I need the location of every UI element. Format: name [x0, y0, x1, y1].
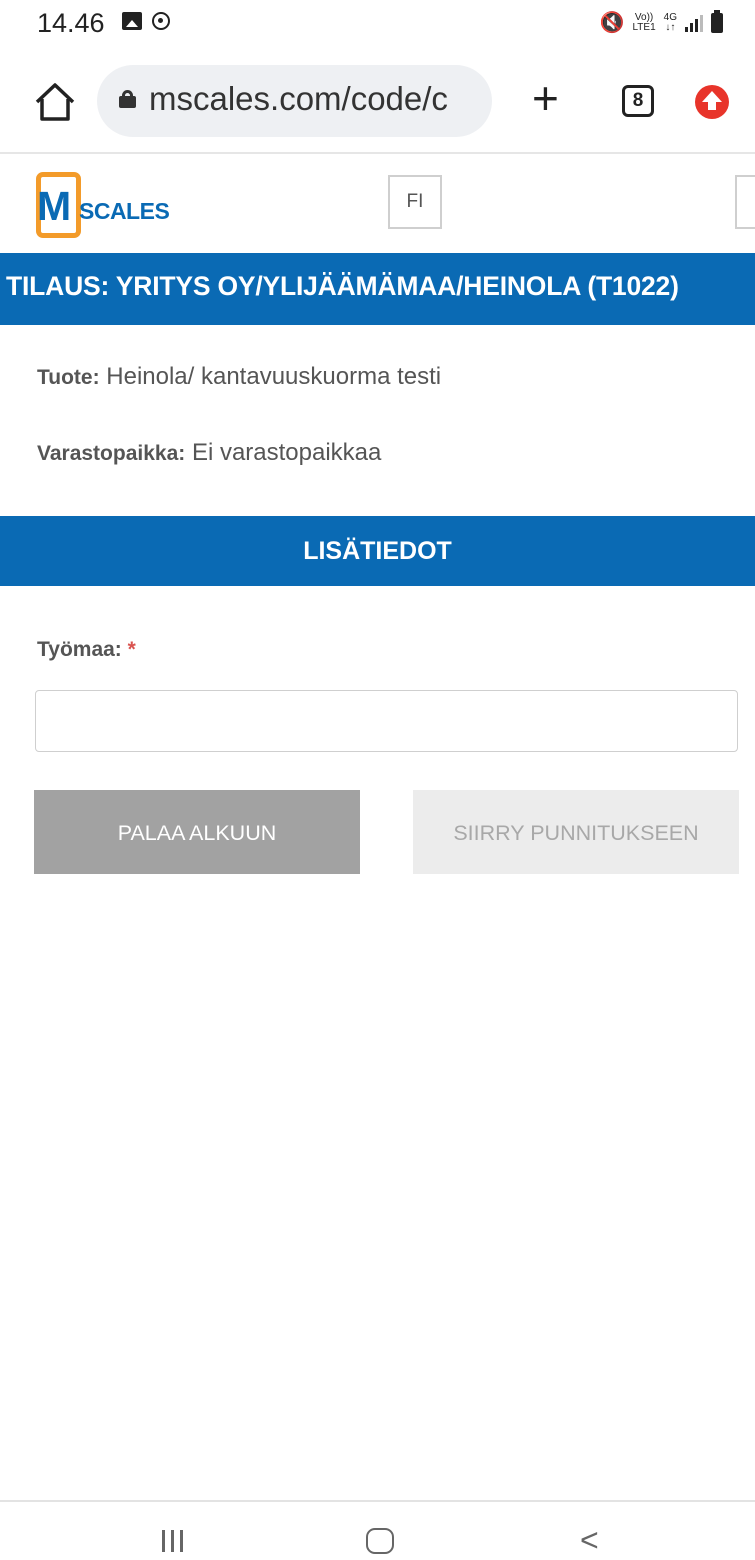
network-type-indicator: 4G ↓↑: [663, 11, 677, 33]
product-value: Heinola/ kantavuuskuorma testi: [106, 363, 442, 390]
site-field-label: Työmaa: *: [37, 638, 136, 661]
screen-record-icon: [152, 12, 170, 30]
tab-switcher-button[interactable]: 8: [622, 85, 654, 117]
browser-toolbar: mscales.com/code/c + 8: [0, 60, 755, 152]
signal-strength-icon: [685, 14, 703, 32]
details-section-title: LISÄTIEDOT: [303, 537, 452, 565]
home-icon[interactable]: [33, 80, 77, 124]
address-bar[interactable]: mscales.com/code/c: [97, 65, 492, 137]
status-notification-icons: [122, 12, 170, 30]
product-label: Tuote:: [37, 366, 100, 389]
language-button[interactable]: FI: [388, 175, 442, 229]
back-to-start-button[interactable]: PALAA ALKUUN: [34, 790, 360, 874]
browser-divider: [0, 152, 755, 154]
gallery-notification-icon: [122, 12, 142, 30]
product-row: Tuote: Heinola/ kantavuuskuorma testi: [37, 363, 441, 391]
battery-icon: [711, 9, 723, 33]
nav-home-icon[interactable]: [366, 1528, 394, 1554]
update-icon[interactable]: [695, 85, 729, 119]
volte-indicator: Vo)) LTE1: [632, 11, 656, 33]
required-marker: *: [127, 638, 136, 661]
storage-label: Varastopaikka:: [37, 442, 186, 465]
status-time: 14.46: [37, 8, 105, 38]
status-bar: 14.46 🔇 Vo)) LTE1 4G ↓↑: [0, 0, 755, 48]
order-title: TILAUS: YRITYS OY/YLIJÄÄMÄMAA/HEINOLA (T…: [6, 271, 679, 301]
lock-icon: [119, 90, 136, 108]
mscales-logo[interactable]: M SCALES: [36, 172, 196, 238]
site-input[interactable]: [35, 690, 738, 752]
storage-value: Ei varastopaikkaa: [191, 439, 382, 466]
nav-back-icon[interactable]: <: [580, 1524, 599, 1556]
order-banner: TILAUS: YRITYS OY/YLIJÄÄMÄMAA/HEINOLA (T…: [0, 253, 755, 325]
recent-apps-icon[interactable]: [162, 1530, 183, 1552]
storage-row: Varastopaikka: Ei varastopaikkaa: [37, 439, 381, 467]
new-tab-icon[interactable]: +: [532, 75, 559, 121]
mute-icon: 🔇: [599, 12, 625, 34]
go-to-weighing-button[interactable]: SIIRRY PUNNITUKSEEN: [413, 790, 739, 874]
system-nav-bar: <: [0, 1502, 755, 1560]
status-indicators: 🔇 Vo)) LTE1 4G ↓↑: [599, 9, 723, 35]
menu-button[interactable]: [735, 175, 755, 229]
app-header: M SCALES FI: [0, 155, 755, 252]
url-text: mscales.com/code/c: [149, 80, 448, 117]
details-section-header: LISÄTIEDOT: [0, 516, 755, 586]
